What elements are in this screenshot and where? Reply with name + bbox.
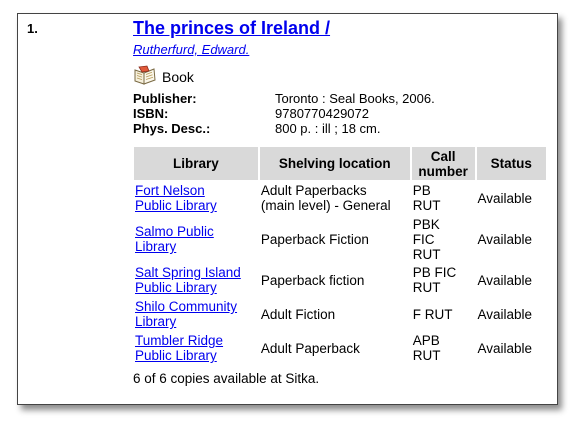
- record-details: Publisher: Toronto : Seal Books, 2006. I…: [133, 91, 548, 136]
- search-result-card: 1. The princes of Ireland / Rutherfurd, …: [17, 13, 558, 405]
- call-number-column-header: Call number: [411, 147, 475, 180]
- status-column-header: Status: [476, 147, 546, 180]
- library-link[interactable]: Salt Spring Island Public Library: [135, 265, 241, 295]
- library-cell: Salmo Public Library: [134, 216, 258, 262]
- call-header-line1: Call: [430, 148, 456, 164]
- call-number-cell: PBK FIC RUT: [412, 216, 441, 262]
- copies-header-row: Library Shelving location Call number St…: [134, 147, 546, 180]
- shelving-cell: Paperback Fiction: [260, 231, 369, 247]
- table-row: Fort Nelson Public Library Adult Paperbac…: [134, 182, 546, 214]
- library-cell: Salt Spring Island Public Library: [134, 264, 258, 296]
- title-link[interactable]: The princes of Ireland /: [133, 17, 548, 39]
- table-row: Salmo Public Library Paperback Fiction PB…: [134, 216, 546, 262]
- phys-desc-label: Phys. Desc.:: [133, 121, 211, 136]
- publisher-row: Publisher: Toronto : Seal Books, 2006.: [133, 91, 548, 106]
- call-number-cell: F RUT: [412, 306, 453, 322]
- status-cell: Available: [477, 340, 533, 356]
- call-number-cell: APB RUT: [412, 333, 441, 363]
- result-content: The princes of Ireland / Rutherfurd, Edw…: [133, 17, 548, 387]
- publisher-label: Publisher:: [133, 91, 197, 106]
- format-row: Book: [133, 63, 548, 85]
- isbn-row: ISBN: 9780770429072: [133, 106, 548, 121]
- author-link[interactable]: Rutherfurd, Edward.: [133, 42, 548, 57]
- call-number-cell: PB RUT: [412, 183, 441, 213]
- copies-summary: 6 of 6 copies available at Sitka.: [133, 371, 320, 386]
- phys-desc-value: 800 p. : ill ; 18 cm.: [275, 121, 381, 136]
- table-row: Tumbler Ridge Public Library Adult Paperb…: [134, 332, 546, 364]
- library-column-header: Library: [134, 147, 258, 180]
- library-cell: Fort Nelson Public Library: [134, 182, 258, 214]
- table-row: Shilo Community Library Adult Fiction F R…: [134, 298, 546, 330]
- library-link[interactable]: Shilo Community Library: [135, 299, 237, 329]
- format-label: Book: [162, 69, 194, 85]
- status-cell: Available: [477, 272, 533, 288]
- call-number-cell: PB FIC RUT: [412, 265, 457, 295]
- shelving-cell: Paperback fiction: [260, 272, 365, 288]
- isbn-label: ISBN:: [133, 106, 169, 121]
- library-link[interactable]: Salmo Public Library: [135, 224, 214, 254]
- book-icon: [133, 65, 157, 85]
- phys-desc-row: Phys. Desc.: 800 p. : ill ; 18 cm.: [133, 121, 548, 136]
- table-row: Salt Spring Island Public Library Paperba…: [134, 264, 546, 296]
- shelving-column-header: Shelving location: [259, 147, 410, 180]
- publisher-value: Toronto : Seal Books, 2006.: [275, 91, 435, 106]
- shelving-cell: Adult Fiction: [260, 306, 336, 322]
- status-cell: Available: [477, 231, 533, 247]
- result-number: 1.: [27, 21, 38, 36]
- shelving-cell: Adult Paperbacks (main level) - General: [260, 183, 391, 213]
- status-cell: Available: [477, 190, 533, 206]
- library-link[interactable]: Fort Nelson Public Library: [135, 183, 217, 213]
- library-cell: Shilo Community Library: [134, 298, 258, 330]
- isbn-value: 9780770429072: [275, 106, 369, 121]
- library-link[interactable]: Tumbler Ridge Public Library: [135, 333, 223, 363]
- copies-table: Library Shelving location Call number St…: [132, 145, 548, 366]
- library-cell: Tumbler Ridge Public Library: [134, 332, 258, 364]
- shelving-cell: Adult Paperback: [260, 340, 360, 356]
- call-header-line2: number: [418, 163, 468, 179]
- status-cell: Available: [477, 306, 533, 322]
